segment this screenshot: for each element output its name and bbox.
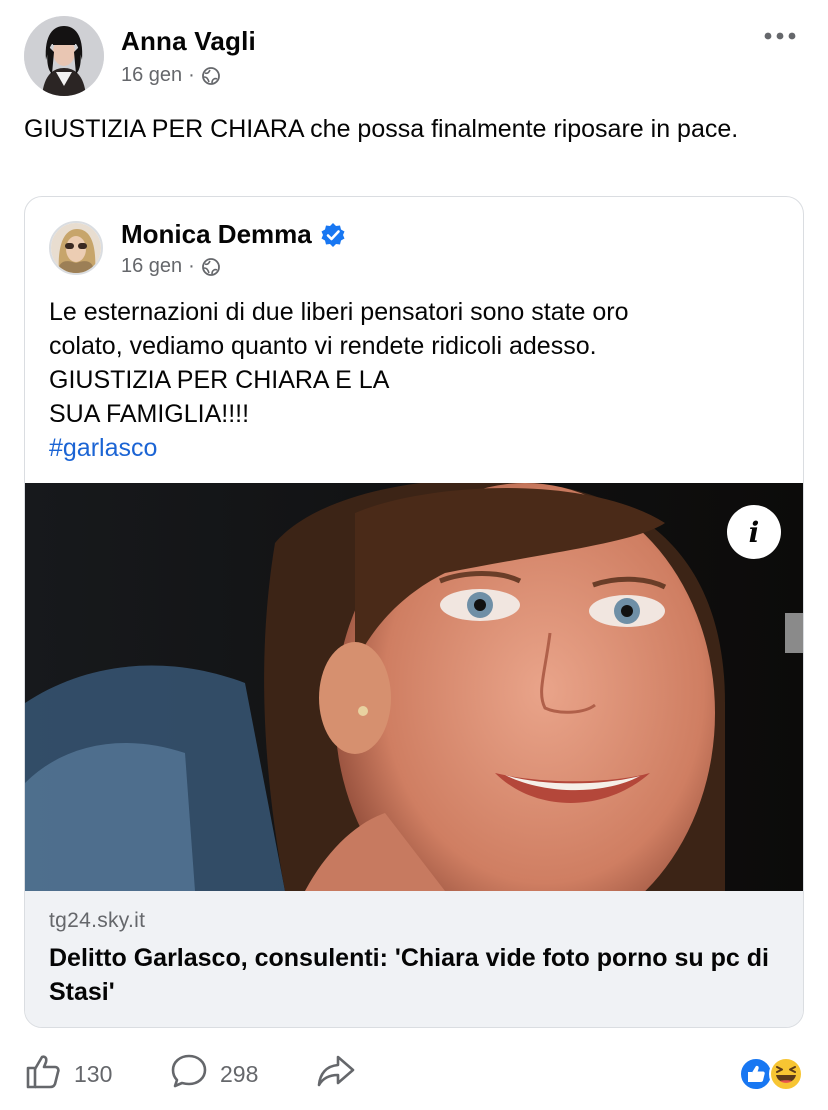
shared-post-meta: 16 gen · xyxy=(121,255,221,278)
comment-bubble-icon xyxy=(170,1052,208,1096)
more-options-button[interactable] xyxy=(760,22,800,52)
link-preview-footer[interactable]: tg24.sky.it Delitto Garlasco, consulenti… xyxy=(25,891,803,1027)
haha-reaction-icon xyxy=(768,1056,804,1097)
reactions-summary[interactable] xyxy=(738,1056,804,1092)
shared-post-date[interactable]: 16 gen xyxy=(121,255,182,278)
author-avatar[interactable] xyxy=(24,16,104,96)
link-title[interactable]: Delitto Garlasco, consulenti: 'Chiara vi… xyxy=(49,941,769,1009)
like-count: 130 xyxy=(74,1060,113,1087)
shared-author-avatar[interactable] xyxy=(49,221,103,275)
post-text: GIUSTIZIA PER CHIARA che possa finalment… xyxy=(24,115,739,143)
author-name[interactable]: Anna Vagli xyxy=(121,26,256,57)
post-date[interactable]: 16 gen xyxy=(121,64,182,87)
verified-badge-icon xyxy=(320,222,346,248)
shared-author-name: Monica Demma xyxy=(121,219,346,250)
shared-text-line: SUA FAMIGLIA!!!! xyxy=(49,400,250,428)
shared-meta-separator: · xyxy=(188,255,195,277)
info-button[interactable]: i xyxy=(727,505,781,559)
shared-text-line: colato, vediamo quanto vi rendete ridico… xyxy=(49,332,597,360)
like-button[interactable]: 130 xyxy=(24,1052,112,1096)
comment-button[interactable]: 298 xyxy=(170,1052,258,1096)
share-button[interactable] xyxy=(316,1052,356,1096)
action-bar: 130 298 xyxy=(24,1048,804,1098)
more-dots-icon xyxy=(763,28,797,46)
comment-count: 298 xyxy=(220,1060,259,1087)
shared-text-line: Le esternazioni di due liberi pensatori … xyxy=(49,298,629,326)
globe-icon xyxy=(201,66,221,86)
shared-post-card[interactable]: Monica Demma 16 gen · Le esternazioni di… xyxy=(24,196,804,1028)
hashtag-link[interactable]: #garlasco xyxy=(49,431,789,465)
link-preview-image[interactable]: i xyxy=(25,483,803,891)
post-header: Anna Vagli 16 gen · xyxy=(24,16,804,96)
meta-separator: · xyxy=(188,64,195,86)
shared-post-text: Le esternazioni di due liberi pensatori … xyxy=(49,295,789,465)
info-icon: i xyxy=(748,515,760,549)
shared-text-line: GIUSTIZIA PER CHIARA E LA xyxy=(49,366,390,394)
post-meta: 16 gen · xyxy=(121,64,221,87)
globe-icon xyxy=(201,257,221,277)
shared-author-name-text[interactable]: Monica Demma xyxy=(121,219,312,250)
share-arrow-icon xyxy=(316,1052,356,1096)
link-domain: tg24.sky.it xyxy=(49,909,146,932)
thumbs-up-icon xyxy=(24,1052,62,1096)
